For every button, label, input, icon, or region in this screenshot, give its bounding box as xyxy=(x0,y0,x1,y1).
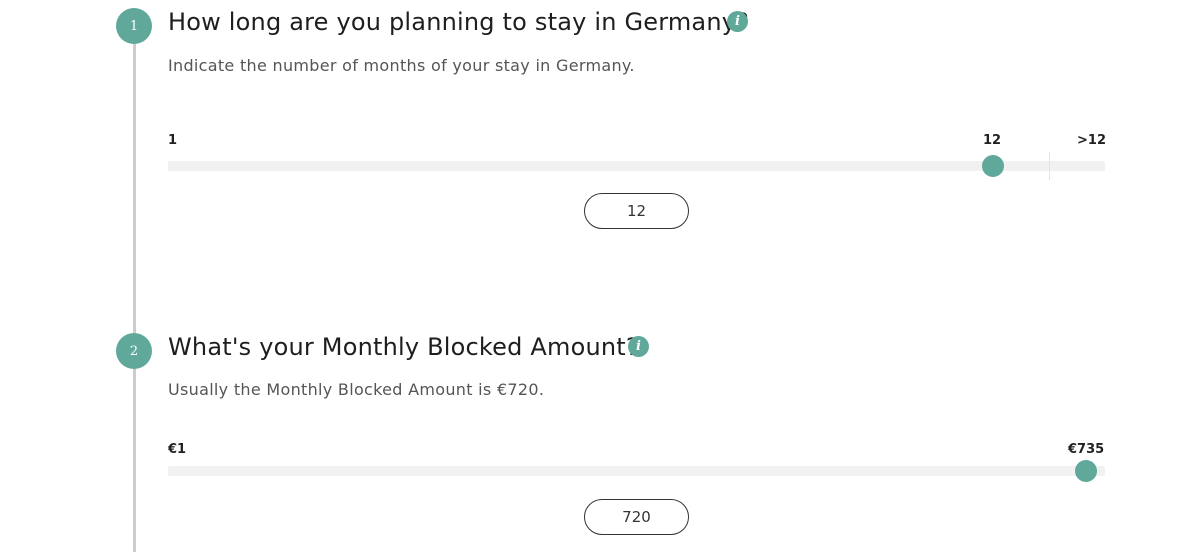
blocked-amount-slider-thumb[interactable] xyxy=(1075,460,1097,482)
question-description: Usually the Monthly Blocked Amount is €7… xyxy=(168,380,545,399)
blocked-amount-input[interactable] xyxy=(584,499,689,535)
months-slider-thumb[interactable] xyxy=(982,155,1004,177)
step-number-badge: 2 xyxy=(116,333,152,369)
info-icon[interactable]: i xyxy=(628,336,649,357)
blocked-amount-slider-track[interactable] xyxy=(168,466,1105,476)
slider-max-label: >12 xyxy=(1077,133,1106,148)
months-slider-track[interactable] xyxy=(168,161,1105,171)
page: 1 How long are you planning to stay in G… xyxy=(0,0,1200,552)
slider-min-label: €1 xyxy=(168,442,187,457)
question-title: How long are you planning to stay in Ger… xyxy=(168,8,750,36)
step-number-badge: 1 xyxy=(116,8,152,44)
slider-current-label: 12 xyxy=(983,133,1002,148)
question-description: Indicate the number of months of your st… xyxy=(168,56,635,75)
slider-min-label: 1 xyxy=(168,133,178,148)
slider-max-marker xyxy=(1049,152,1050,180)
info-icon[interactable]: i xyxy=(727,11,748,32)
timeline-line xyxy=(133,40,136,552)
months-input[interactable] xyxy=(584,193,689,229)
question-title: What's your Monthly Blocked Amount? xyxy=(168,333,639,361)
slider-max-label: €735 xyxy=(1068,442,1105,457)
